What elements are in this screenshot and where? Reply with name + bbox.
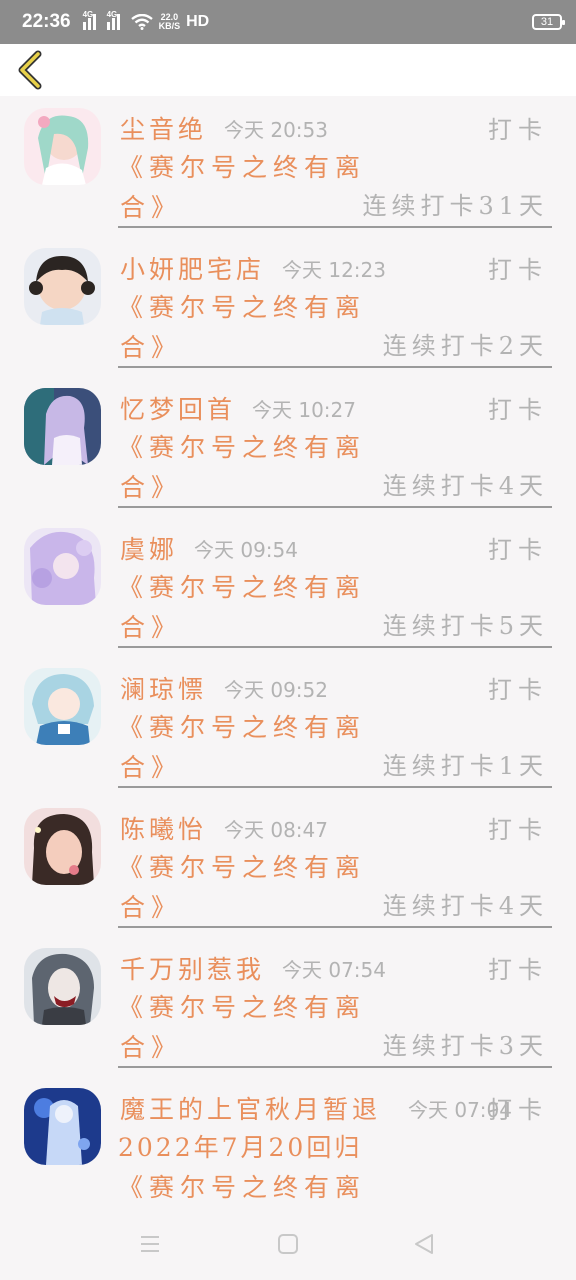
list-item[interactable]: 千万别惹我 今天 07:54 打卡 《赛尔号之终有离 合》 连续打卡3天 [0,936,576,1076]
divider [118,226,552,228]
checkin-label: 打卡 [488,956,548,984]
user-avatar[interactable] [24,528,101,605]
user-name: 小妍肥宅店 [120,255,266,284]
book-title-continued: 合》 [120,753,183,782]
checkin-time: 今天 09:54 [194,538,298,562]
book-title: 《赛尔号之终有离 [118,1173,367,1202]
user-name: 千万别惹我 [120,955,266,984]
book-title-continued: 合》 [120,893,183,922]
book-title: 《赛尔号之终有离 [118,573,367,602]
divider [118,366,552,368]
checkin-label: 打卡 [488,816,548,844]
checkin-label: 打卡 [488,396,548,424]
streak-text: 连续打卡31天 [362,192,548,220]
streak-text: 连续打卡2天 [382,332,548,360]
signal-label: 4G [106,10,118,19]
user-name: 陈曦怡 [120,815,208,844]
user-avatar[interactable] [24,388,101,465]
menu-icon[interactable] [132,1226,168,1262]
divider [118,786,552,788]
streak-text: 连续打卡4天 [382,472,548,500]
battery-icon: 31 [532,14,565,30]
user-avatar[interactable] [24,808,101,885]
checkin-label: 打卡 [488,116,548,144]
book-title: 《赛尔号之终有离 [118,713,367,742]
return-date: 2022年7月20回归 [118,1133,363,1162]
back-triangle-icon[interactable] [406,1226,442,1262]
status-time: 22:36 [22,11,71,32]
checkin-time: 今天 09:52 [224,678,328,702]
book-title: 《赛尔号之终有离 [118,993,367,1022]
divider [118,646,552,648]
status-bar: 22:36 4G 4G 22.0 KB/S HD 31 [0,0,576,44]
signal-icon: 4G [106,10,125,30]
streak-text: 连续打卡1天 [382,752,548,780]
user-name: 尘音绝 [120,115,208,144]
list-item[interactable]: 澜琼慓 今天 09:52 打卡 《赛尔号之终有离 合》 连续打卡1天 [0,656,576,796]
user-avatar[interactable] [24,948,101,1025]
signal-icon: 4G [82,10,101,30]
divider [118,506,552,508]
checkin-label: 打卡 [488,676,548,704]
hd-label: HD [186,13,210,30]
checkin-time: 今天 10:27 [252,398,356,422]
book-title: 《赛尔号之终有离 [118,853,367,882]
wifi-icon [130,14,153,30]
list-item[interactable]: 尘音绝 今天 20:53 打卡 《赛尔号之终有离 合》 连续打卡31天 [0,96,576,236]
book-title-continued: 合》 [120,473,183,502]
book-title-continued: 合》 [120,613,183,642]
app-bar [0,44,576,96]
checkin-list[interactable]: 尘音绝 今天 20:53 打卡 《赛尔号之终有离 合》 连续打卡31天 小妍肥宅… [0,96,576,1208]
list-item[interactable]: 虞娜 今天 09:54 打卡 《赛尔号之终有离 合》 连续打卡5天 [0,516,576,656]
book-title: 《赛尔号之终有离 [118,293,367,322]
user-name: 澜琼慓 [120,675,208,704]
streak-text: 连续打卡3天 [382,1032,548,1060]
battery-level: 31 [540,16,554,28]
checkin-label: 打卡 [488,1096,548,1124]
checkin-time: 今天 07:54 [282,958,386,982]
checkin-label: 打卡 [488,256,548,284]
checkin-time: 今天 12:23 [282,258,386,282]
user-avatar[interactable] [24,668,101,745]
book-title-continued: 合》 [120,1033,183,1062]
book-title-continued: 合》 [120,193,183,222]
list-item[interactable]: 陈曦怡 今天 08:47 打卡 《赛尔号之终有离 合》 连续打卡4天 [0,796,576,936]
net-speed: 22.0 KB/S [159,13,181,31]
chevron-left-icon[interactable] [14,50,48,90]
home-square-icon[interactable] [270,1226,306,1262]
checkin-label: 打卡 [488,536,548,564]
divider [118,1066,552,1068]
user-avatar[interactable] [24,108,101,185]
book-title: 《赛尔号之终有离 [118,433,367,462]
checkin-time: 今天 08:47 [224,818,328,842]
signal-label: 4G [82,10,94,19]
divider [118,926,552,928]
list-item[interactable]: 魔王的上官秋月暂退 今天 07:04 打卡 2022年7月20回归 《赛尔号之终… [0,1076,576,1208]
list-item[interactable]: 小妍肥宅店 今天 12:23 打卡 《赛尔号之终有离 合》 连续打卡2天 [0,236,576,376]
book-title: 《赛尔号之终有离 [118,153,367,182]
list-item[interactable]: 忆梦回首 今天 10:27 打卡 《赛尔号之终有离 合》 连续打卡4天 [0,376,576,516]
user-avatar[interactable] [24,248,101,325]
streak-text: 连续打卡5天 [382,612,548,640]
user-name: 忆梦回首 [120,395,237,424]
streak-text: 连续打卡4天 [382,892,548,920]
net-speed-unit: KB/S [158,21,181,31]
checkin-time: 今天 20:53 [224,118,328,142]
status-icons: 4G 4G 22.0 KB/S HD [82,10,210,31]
user-name: 魔王的上官秋月暂退 [120,1095,382,1124]
navigation-bar [0,1208,576,1280]
book-title-continued: 合》 [120,333,183,362]
user-name: 虞娜 [120,535,179,564]
user-avatar[interactable] [24,1088,101,1165]
